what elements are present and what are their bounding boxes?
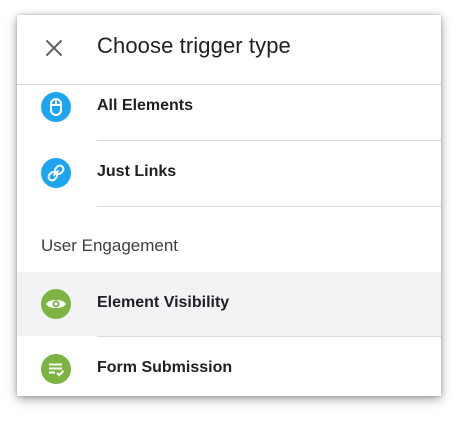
panel-title: Choose trigger type — [97, 33, 291, 58]
trigger-option-just-links[interactable]: Just Links — [17, 141, 441, 205]
eye-icon — [41, 289, 71, 319]
trigger-type-panel: Choose trigger type All Elements Just Li… — [17, 15, 441, 396]
trigger-option-all-elements[interactable]: All Elements — [17, 75, 441, 139]
trigger-option-label: All Elements — [97, 97, 194, 114]
form-check-icon — [41, 354, 71, 384]
link-icon — [41, 158, 71, 188]
section-header-user-engagement: User Engagement — [41, 236, 179, 255]
trigger-option-form-submission[interactable]: Form Submission — [17, 337, 441, 396]
close-icon[interactable] — [43, 37, 65, 59]
trigger-option-element-visibility[interactable]: Element Visibility — [17, 272, 441, 336]
trigger-option-label: Element Visibility — [97, 294, 230, 311]
row-divider — [97, 206, 441, 207]
trigger-option-label: Form Submission — [97, 359, 233, 376]
trigger-option-label: Just Links — [97, 163, 177, 180]
mouse-icon — [41, 92, 71, 122]
